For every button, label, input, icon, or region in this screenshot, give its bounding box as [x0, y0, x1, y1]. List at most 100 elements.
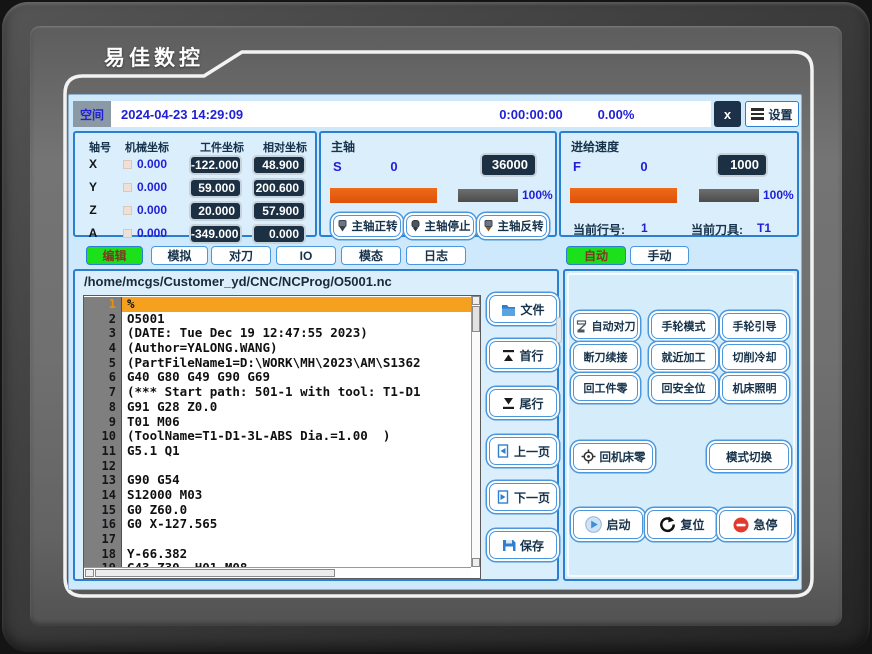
code-line[interactable]: 16G0 X-127.565: [84, 517, 471, 532]
tab-io[interactable]: IO: [276, 246, 336, 265]
code-line[interactable]: 17: [84, 532, 471, 547]
code-line[interactable]: 9T01 M06: [84, 415, 471, 430]
line-text: [122, 532, 471, 547]
reset-button[interactable]: 复位: [647, 510, 717, 539]
relative-coord-value: 57.900: [252, 201, 306, 221]
settings-button[interactable]: 设置: [745, 101, 799, 127]
first-line-button[interactable]: 首行: [489, 341, 557, 369]
current-line-value: 1: [641, 221, 648, 235]
return-work-zero-button[interactable]: 回工件零: [573, 375, 638, 401]
line-text: (DATE: Tue Dec 19 12:47:55 2023): [122, 326, 471, 341]
line-number: 6: [84, 370, 122, 385]
close-button[interactable]: x: [714, 101, 741, 127]
emergency-stop-button[interactable]: 急停: [719, 510, 792, 539]
horizontal-scrollbar[interactable]: [84, 567, 471, 578]
scroll-left-arrow[interactable]: [85, 569, 94, 577]
spindle-letter: S: [333, 159, 342, 174]
line-text: S12000 M03: [122, 488, 471, 503]
tab-auto[interactable]: 自动: [566, 246, 626, 265]
save-button[interactable]: 保存: [489, 531, 557, 559]
code-line[interactable]: 8G91 G28 Z0.0: [84, 400, 471, 415]
line-number: 12: [84, 459, 122, 474]
line-text: G40 G80 G49 G90 G69: [122, 370, 471, 385]
prev-page-icon: [496, 444, 510, 458]
spindle-stop-button[interactable]: 主轴停止: [406, 215, 474, 237]
return-machine-zero-button[interactable]: 回机床零: [573, 443, 653, 470]
axis-label: A: [83, 226, 103, 240]
cutting-coolant-button[interactable]: 切削冷却: [722, 344, 787, 370]
spindle-panel: 主轴 S 0 36000 100% 主轴正转 主轴停止 主轴反转: [319, 131, 557, 237]
pane-splitter-handle[interactable]: [556, 317, 562, 343]
vertical-scrollbar[interactable]: [471, 296, 480, 567]
code-line[interactable]: 15G0 Z60.0: [84, 503, 471, 518]
scroll-up-arrow[interactable]: [472, 296, 480, 305]
header-machine-coord: 机械坐标: [125, 139, 169, 155]
broken-tool-resume-button[interactable]: 断刀续接: [573, 344, 638, 370]
line-number: 9: [84, 415, 122, 430]
start-button[interactable]: 启动: [573, 510, 643, 539]
header-work-coord: 工件坐标: [200, 139, 244, 155]
prev-page-label: 上一页: [514, 443, 550, 460]
code-line[interactable]: 2O5001: [84, 312, 471, 327]
feed-actual-value: 0: [629, 159, 659, 174]
feed-override-slider[interactable]: [699, 189, 759, 202]
code-line[interactable]: 1%: [84, 297, 471, 312]
line-text: [122, 459, 471, 474]
return-machine-zero-label: 回机床零: [600, 449, 646, 465]
code-line[interactable]: 4(Author=YALONG.WANG): [84, 341, 471, 356]
code-line[interactable]: 14S12000 M03: [84, 488, 471, 503]
code-area[interactable]: 1% 2O5001 3(DATE: Tue Dec 19 12:47:55 20…: [83, 295, 481, 579]
relative-coord-value: 0.000: [252, 224, 306, 244]
spindle-reverse-button[interactable]: 主轴反转: [479, 215, 547, 237]
tab-tool-setting[interactable]: 对刀: [211, 246, 271, 265]
line-text: Y-66.382: [122, 547, 471, 562]
tab-edit[interactable]: 编辑: [86, 246, 143, 265]
mode-switch-button[interactable]: 模式切换: [709, 443, 789, 470]
next-page-button[interactable]: 下一页: [489, 483, 557, 511]
tab-simulate[interactable]: 模拟: [151, 246, 208, 265]
code-line[interactable]: 6G40 G80 G49 G90 G69: [84, 370, 471, 385]
code-line[interactable]: 5(PartFileName1=D:\WORK\MH\2023\AM\S1362: [84, 356, 471, 371]
machine-light-button[interactable]: 机床照明: [722, 375, 787, 401]
vertical-scroll-thumb[interactable]: [472, 306, 480, 332]
code-line[interactable]: 18Y-66.382: [84, 547, 471, 562]
line-number: 1: [84, 297, 122, 312]
screen: 空间 2024-04-23 14:29:09 0:00:00:00 0.00% …: [68, 94, 802, 590]
line-number: 7: [84, 385, 122, 400]
save-button-label: 保存: [520, 537, 544, 554]
return-safe-position-button[interactable]: 回安全位: [651, 375, 716, 401]
axis-status-indicator: [123, 160, 132, 169]
code-line[interactable]: 11G5.1 Q1: [84, 444, 471, 459]
code-line[interactable]: 7(*** Start path: 501-1 with tool: T1-D1: [84, 385, 471, 400]
line-text: G0 Z60.0: [122, 503, 471, 518]
code-line[interactable]: 10(ToolName=T1-D1-3L-ABS Dia.=1.00 ): [84, 429, 471, 444]
tab-manual[interactable]: 手动: [630, 246, 689, 265]
line-number: 3: [84, 326, 122, 341]
tab-modal[interactable]: 模态: [341, 246, 401, 265]
file-button[interactable]: 文件: [489, 295, 557, 323]
nearby-machining-button[interactable]: 就近加工: [651, 344, 716, 370]
code-line[interactable]: 13G90 G54: [84, 473, 471, 488]
tab-workspace[interactable]: 空间: [73, 101, 111, 127]
auto-tool-setting-button[interactable]: 自动对刀: [573, 313, 638, 339]
tool-probe-icon: [576, 320, 588, 333]
handwheel-guide-button[interactable]: 手轮引导: [722, 313, 787, 339]
last-line-button[interactable]: 尾行: [489, 389, 557, 417]
tab-log[interactable]: 日志: [406, 246, 466, 265]
feed-override-percent: 100%: [763, 188, 794, 202]
line-text: (PartFileName1=D:\WORK\MH\2023\AM\S1362: [122, 356, 471, 371]
work-coord-value: -349.000: [189, 224, 242, 244]
axis-label: Y: [83, 180, 103, 194]
code-line[interactable]: 12: [84, 459, 471, 474]
code-line[interactable]: 3(DATE: Tue Dec 19 12:47:55 2023): [84, 326, 471, 341]
line-number: 10: [84, 429, 122, 444]
feed-progress-fill: [570, 188, 677, 203]
next-page-icon: [496, 490, 510, 504]
horizontal-scroll-thumb[interactable]: [95, 569, 335, 577]
prev-page-button[interactable]: 上一页: [489, 437, 557, 465]
spindle-override-slider[interactable]: [458, 189, 518, 202]
scroll-down-arrow[interactable]: [472, 558, 480, 567]
spindle-forward-button[interactable]: 主轴正转: [333, 215, 401, 237]
line-text: (Author=YALONG.WANG): [122, 341, 471, 356]
handwheel-mode-button[interactable]: 手轮模式: [651, 313, 716, 339]
